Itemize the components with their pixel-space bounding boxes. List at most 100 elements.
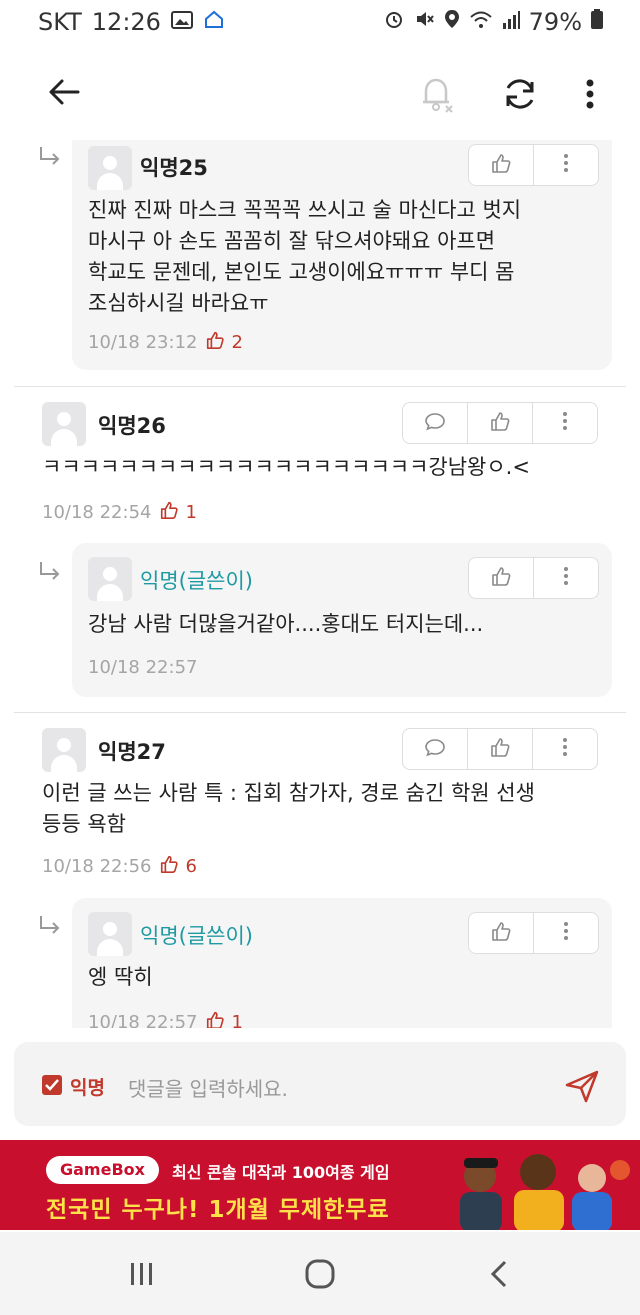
comment-meta: 10/18 22:57 [88, 657, 197, 678]
arrow-left-icon[interactable] [44, 72, 84, 112]
thumbs-up-icon [205, 1010, 225, 1028]
avatar [42, 402, 86, 446]
like-count: 1 [205, 1010, 243, 1028]
comment-actions [468, 912, 599, 954]
comment-actions [402, 728, 598, 770]
more-vertical-icon [562, 920, 570, 946]
comment-text: 이런 글 쓰는 사람 특 : 집회 참가자, 경로 숨긴 학원 선생 등등 욕함 [42, 778, 535, 840]
comment-item: 익명27 이런 글 쓰는 사람 특 : 집회 참가자, 경로 숨긴 학원 선생 … [0, 712, 640, 892]
more-vertical-icon [561, 736, 569, 762]
reply-button[interactable] [403, 403, 467, 443]
like-count-value: 1 [185, 502, 197, 523]
comment-feed[interactable]: 익명25 진짜 진짜 마스크 꼭꼭꼭 쓰시고 술 마신다고 벗지 마시구 아 손… [0, 140, 640, 1028]
refresh-icon[interactable] [498, 72, 542, 116]
back-chevron-icon[interactable] [478, 1254, 522, 1294]
more-vertical-icon [562, 152, 570, 178]
recent-apps-icon[interactable] [120, 1254, 164, 1294]
mute-icon [413, 8, 435, 36]
comment-time: 10/18 22:57 [88, 1012, 198, 1028]
speech-bubble-icon [424, 736, 446, 762]
comment-meta: 10/18 22:56 6 [42, 854, 197, 879]
anonymous-checkbox[interactable] [42, 1075, 62, 1095]
comment-text: 진짜 진짜 마스크 꼭꼭꼭 쓰시고 술 마신다고 벗지 마시구 아 손도 꼼꼼히… [88, 195, 521, 319]
comment-actions [402, 402, 598, 444]
more-button[interactable] [533, 145, 598, 185]
speech-bubble-icon [424, 410, 446, 436]
more-button[interactable] [532, 403, 597, 443]
more-button[interactable] [533, 913, 598, 953]
comment-line: 조심하시길 바라요ㅠ [88, 291, 269, 315]
reply-item: 익명(글쓴이) 엥 딱히 10/18 22:57 1 [72, 898, 612, 1028]
comment-meta: 10/18 23:12 2 [88, 330, 243, 355]
like-button[interactable] [469, 558, 533, 598]
more-vertical-icon [562, 565, 570, 591]
comment-actions [468, 144, 599, 186]
more-button[interactable] [533, 558, 598, 598]
comment-author: 익명(글쓴이) [140, 569, 253, 593]
reply-item: 익명(글쓴이) 강남 사람 더많을거같아....홍대도 터지는데... 10/1… [72, 543, 612, 697]
battery-percent: 79% [528, 8, 582, 36]
banner-logo: GameBox [46, 1156, 159, 1184]
like-button[interactable] [467, 403, 532, 443]
comment-item: 익명26 ㅋㅋㅋㅋㅋㅋㅋㅋㅋㅋㅋㅋㅋㅋㅋㅋㅋㅋㅋㅋ강남왕ㅇ.< 10/18 22… [0, 386, 640, 536]
gallery-icon [170, 8, 193, 36]
comment-meta: 10/18 22:54 1 [42, 500, 197, 525]
ad-banner[interactable]: GameBox 최신 콘솔 대작과 100여종 게임 전국민 누구나! 1개월 … [0, 1140, 640, 1230]
like-count: 1 [159, 500, 197, 525]
avatar [42, 728, 86, 772]
like-count: 2 [205, 330, 243, 355]
home-button-icon[interactable] [298, 1254, 342, 1294]
comment-line: 이런 글 쓰는 사람 특 : 집회 참가자, 경로 숨긴 학원 선생 [42, 781, 535, 805]
more-vertical-icon[interactable] [576, 72, 604, 116]
status-right: 79% [383, 8, 604, 36]
app-bar [0, 60, 640, 126]
comment-author: 익명26 [98, 414, 166, 438]
thumbs-up-icon [490, 920, 512, 946]
system-nav-bar [0, 1232, 640, 1315]
comment-author: 익명25 [140, 156, 208, 180]
clock: 12:26 [91, 8, 161, 36]
reply-button[interactable] [403, 729, 467, 769]
comment-meta: 10/18 22:57 1 [88, 1010, 243, 1028]
comment-text: ㅋㅋㅋㅋㅋㅋㅋㅋㅋㅋㅋㅋㅋㅋㅋㅋㅋㅋㅋㅋ강남왕ㅇ.< [42, 452, 530, 483]
comment-input[interactable]: 댓글을 입력하세요. [128, 1073, 288, 1102]
banner-subtitle: 최신 콘솔 대작과 100여종 게임 [172, 1163, 390, 1182]
comment-line: 진짜 진짜 마스크 꼭꼭꼭 쓰시고 술 마신다고 벗지 [88, 198, 522, 222]
reply-arrow-icon [38, 914, 62, 938]
thumbs-up-icon [159, 854, 179, 879]
comment-line: 마시구 아 손도 꼼꼼히 잘 닦으셔야돼요 아프면 [88, 229, 496, 253]
comment-time: 10/18 22:56 [42, 856, 152, 877]
carrier-label: SKT [38, 8, 82, 36]
comment-author: 익명(글쓴이) [140, 924, 253, 948]
like-count: 6 [159, 854, 197, 879]
reply-arrow-icon [38, 560, 62, 584]
comment-time: 10/18 22:54 [42, 502, 152, 523]
thumbs-up-icon [490, 565, 512, 591]
more-vertical-icon [561, 410, 569, 436]
avatar [88, 146, 132, 190]
like-count-value: 2 [231, 332, 243, 353]
comment-time: 10/18 22:57 [88, 657, 198, 678]
banner-headline: 전국민 누구나! 1개월 무제한무료 [46, 1197, 390, 1223]
reply-arrow-icon [38, 145, 62, 169]
more-button[interactable] [532, 729, 597, 769]
comment-text: 엥 딱히 [88, 962, 153, 993]
home-icon [203, 8, 225, 36]
battery-icon [590, 8, 604, 36]
paper-plane-icon[interactable] [562, 1066, 602, 1106]
avatar [88, 557, 132, 601]
anonymous-label[interactable]: 익명 [70, 1073, 105, 1100]
bell-off-icon[interactable] [414, 72, 458, 116]
avatar [88, 912, 132, 956]
comment-line: ㅋㅋㅋㅋㅋㅋㅋㅋㅋㅋㅋㅋㅋㅋㅋㅋㅋㅋㅋㅋ강남왕ㅇ.< [42, 455, 530, 479]
signal-icon [501, 8, 521, 36]
like-button[interactable] [469, 145, 533, 185]
comment-actions [468, 557, 599, 599]
comment-input-bar: 익명 댓글을 입력하세요. [14, 1042, 626, 1126]
like-button[interactable] [469, 913, 533, 953]
like-button[interactable] [467, 729, 532, 769]
thumbs-up-icon [489, 736, 511, 762]
comment-line: 등등 욕함 [42, 812, 126, 836]
reply-item: 익명25 진짜 진짜 마스크 꼭꼭꼭 쓰시고 술 마신다고 벗지 마시구 아 손… [72, 140, 612, 370]
wifi-icon [469, 8, 493, 36]
